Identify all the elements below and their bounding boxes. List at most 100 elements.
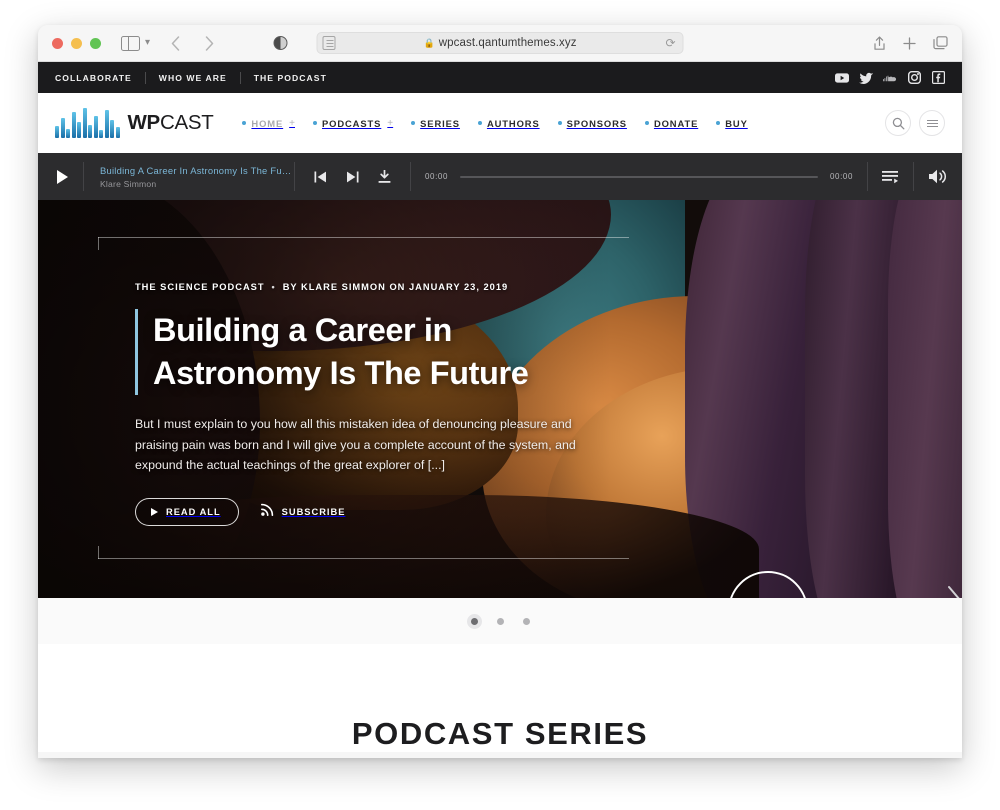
- nav-item-series[interactable]: SERIES: [402, 118, 469, 129]
- hero-carousel: THE SCIENCE PODCAST • BY KLARE SIMMON ON…: [38, 200, 962, 598]
- player-play-button[interactable]: [38, 153, 83, 200]
- submenu-plus-icon[interactable]: +: [387, 118, 393, 129]
- forward-button[interactable]: [198, 32, 220, 54]
- bullet-icon: [313, 121, 317, 125]
- browser-toolbar: ▾ 🔒 wpcast.qantumthemes.xyz ⟳: [38, 25, 962, 62]
- site-top-bar: COLLABORATE WHO WE ARE THE PODCAST: [38, 62, 962, 93]
- secondary-nav: COLLABORATE WHO WE ARE THE PODCAST: [55, 71, 340, 84]
- privacy-shield-icon[interactable]: [273, 36, 288, 50]
- logo-text-bold: WP: [127, 111, 161, 134]
- read-all-button[interactable]: READ ALL: [135, 497, 239, 526]
- hero-byline: BY KLARE SIMMON ON JANUARY 23, 2019: [282, 282, 509, 292]
- instagram-icon[interactable]: [907, 71, 921, 85]
- subscribe-button[interactable]: SUBSCRIBE: [260, 503, 346, 521]
- section-title: PODCAST SERIES: [351, 716, 649, 751]
- logo-text-light: CAST: [159, 111, 214, 134]
- hero-category[interactable]: THE SCIENCE PODCAST: [135, 282, 265, 292]
- hamburger-menu-icon[interactable]: [919, 110, 945, 136]
- skip-previous-icon[interactable]: [314, 171, 327, 183]
- chevron-down-icon[interactable]: ▾: [145, 38, 150, 48]
- twitter-icon[interactable]: [859, 71, 873, 85]
- meta-separator: •: [271, 282, 276, 292]
- waveform-logo-icon: [55, 108, 120, 138]
- nav-item-label: PODCASTS: [322, 117, 382, 129]
- nav-item-label: BUY: [725, 117, 748, 129]
- topnav-item-who-we-are[interactable]: WHO WE ARE: [146, 73, 240, 83]
- player-seek-bar[interactable]: [460, 175, 818, 178]
- browser-window: ▾ 🔒 wpcast.qantumthemes.xyz ⟳ COLLABORAT…: [38, 25, 962, 758]
- topnav-item-collaborate[interactable]: COLLABORATE: [55, 73, 145, 83]
- read-all-label: READ ALL: [166, 506, 221, 517]
- window-controls[interactable]: [52, 37, 101, 49]
- hero-slide-content: THE SCIENCE PODCAST • BY KLARE SIMMON ON…: [135, 282, 595, 526]
- social-links: [835, 71, 945, 85]
- rss-icon: [260, 503, 274, 521]
- player-track-author: Klare Simmon: [100, 178, 157, 189]
- nav-item-donate[interactable]: DONATE: [636, 118, 707, 129]
- download-icon[interactable]: [378, 170, 391, 183]
- share-icon[interactable]: [873, 35, 886, 51]
- search-icon[interactable]: [885, 110, 911, 136]
- canyon-drape-3: [888, 200, 962, 598]
- nav-item-label: SERIES: [420, 117, 460, 129]
- hero-actions: READ ALL SUBSCRIBE: [135, 497, 595, 526]
- carousel-dot-3[interactable]: [522, 617, 530, 625]
- sidebar-icon[interactable]: [121, 35, 140, 51]
- player-track-info: Building A Career In Astronomy Is The Fu…: [84, 153, 294, 200]
- soundcloud-icon[interactable]: [883, 71, 897, 85]
- player-progress-area: 00:00 00:00: [411, 153, 867, 200]
- hero-title[interactable]: Building a Career in Astronomy Is The Fu…: [135, 309, 595, 396]
- reader-mode-icon[interactable]: [322, 36, 336, 50]
- close-window-button[interactable]: [52, 37, 63, 49]
- maximize-window-button[interactable]: [90, 37, 101, 49]
- bullet-icon: [644, 121, 649, 125]
- nav-item-home[interactable]: HOME +: [233, 118, 304, 129]
- nav-item-label: AUTHORS: [486, 117, 540, 129]
- player-duration: 00:00: [829, 172, 853, 181]
- minimize-window-button[interactable]: [71, 37, 82, 49]
- nav-item-sponsors[interactable]: SPONSORS: [549, 118, 636, 129]
- bullet-icon: [411, 121, 416, 125]
- player-elapsed-time: 00:00: [425, 172, 449, 181]
- site-logo[interactable]: WPCAST: [55, 108, 214, 138]
- site-header: WPCAST HOME + PODCASTS + SERIES AUTHORS: [38, 93, 962, 153]
- nav-item-label: SPONSORS: [566, 117, 627, 129]
- nav-item-podcasts[interactable]: PODCASTS +: [304, 118, 402, 129]
- carousel-next-button[interactable]: [946, 585, 962, 598]
- bullet-icon: [716, 121, 721, 125]
- main-nav: HOME + PODCASTS + SERIES AUTHORS SPONSOR…: [233, 118, 756, 129]
- back-button[interactable]: [164, 32, 186, 54]
- carousel-dot-2[interactable]: [496, 617, 504, 625]
- nav-item-authors[interactable]: AUTHORS: [469, 118, 549, 129]
- topnav-item-the-podcast[interactable]: THE PODCAST: [241, 73, 340, 83]
- nav-item-buy[interactable]: BUY: [707, 118, 757, 129]
- hero-excerpt: But I must explain to you how all this m…: [135, 417, 576, 472]
- lock-icon: 🔒: [423, 37, 435, 48]
- nav-item-label: DONATE: [653, 117, 699, 129]
- carousel-dot-1[interactable]: [470, 617, 478, 625]
- bullet-icon: [557, 121, 562, 125]
- carousel-pagination: [38, 598, 962, 644]
- hero-meta: THE SCIENCE PODCAST • BY KLARE SIMMON ON…: [135, 282, 595, 292]
- facebook-icon[interactable]: [931, 71, 945, 85]
- reload-icon[interactable]: ⟳: [665, 37, 675, 49]
- submenu-plus-icon[interactable]: +: [289, 118, 295, 129]
- subscribe-label: SUBSCRIBE: [281, 506, 346, 517]
- tab-overview-icon[interactable]: [933, 36, 948, 50]
- logo-text: WPCAST: [128, 111, 214, 135]
- podcast-series-section: PODCAST SERIES: [38, 644, 962, 752]
- new-tab-button[interactable]: [903, 36, 916, 50]
- playlist-icon[interactable]: [868, 153, 913, 200]
- bullet-icon: [477, 121, 482, 125]
- nav-item-label: HOME: [251, 117, 284, 129]
- player-track-title: Building A Career In Astronomy Is The Fu…: [100, 164, 292, 176]
- volume-icon[interactable]: [914, 153, 962, 200]
- address-bar[interactable]: 🔒 wpcast.qantumthemes.xyz ⟳: [273, 32, 684, 54]
- play-icon: [56, 169, 68, 184]
- bullet-icon: [242, 121, 247, 125]
- play-icon: [151, 507, 158, 516]
- player-controls: [295, 153, 410, 200]
- skip-next-icon[interactable]: [346, 171, 359, 183]
- youtube-icon[interactable]: [835, 71, 849, 85]
- audio-player-bar: Building A Career In Astronomy Is The Fu…: [38, 153, 962, 200]
